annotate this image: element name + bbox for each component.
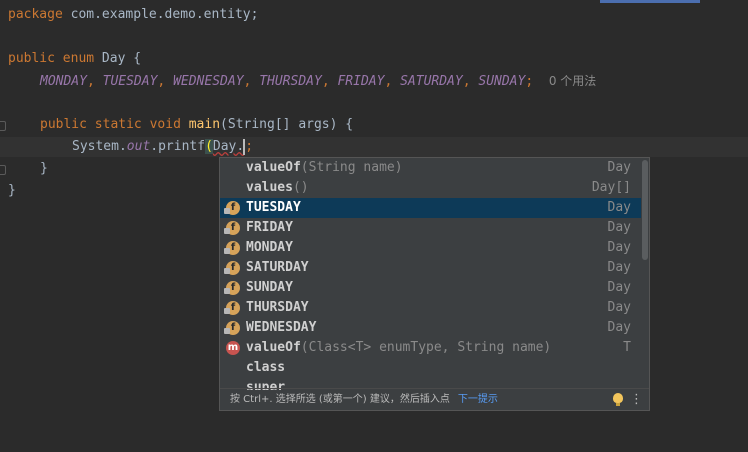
fold-marker[interactable] <box>0 165 6 175</box>
lightbulb-icon[interactable] <box>613 393 623 406</box>
completion-item[interactable]: f MONDAY Day <box>220 238 641 258</box>
enum-constant: FRIDAY <box>337 74 385 89</box>
semicolon: ; <box>245 139 254 154</box>
completion-item-type: Day <box>607 220 631 235</box>
enum-constant: THURSDAY <box>259 74 322 89</box>
completion-item-name: FRIDAY <box>246 220 293 235</box>
field-icon: f <box>224 241 240 255</box>
completion-item-type: Day[] <box>591 180 631 195</box>
paren-highlight: ( <box>205 139 213 154</box>
completion-item[interactable]: valueOf(String name) Day <box>220 158 641 178</box>
field-icon: f <box>224 221 240 235</box>
enum-constant: MONDAY <box>40 74 87 89</box>
footer-hint: 按 Ctrl+. 选择所选 (或第一个) 建议，然后插入点 <box>230 394 450 405</box>
usage-hint[interactable]: 0 个用法 <box>549 74 596 88</box>
code-line-3: public enum Day { <box>8 49 141 69</box>
completion-item[interactable]: f SUNDAY Day <box>220 278 641 298</box>
completion-item-name: SUNDAY <box>246 280 293 295</box>
keyword: package <box>8 7 63 22</box>
completion-item-name: WEDNESDAY <box>246 320 317 335</box>
completion-footer: 按 Ctrl+. 选择所选 (或第一个) 建议，然后插入点 下一提示 ⋮ <box>220 388 649 410</box>
field-icon: f <box>224 321 240 335</box>
editor-scroll-indicator <box>600 0 700 3</box>
code-line-9: } <box>8 183 16 198</box>
completion-item-name: valueOf <box>246 340 301 355</box>
completion-item-type: Day <box>607 300 631 315</box>
keyword: void <box>149 117 181 132</box>
method-icon: m <box>226 341 240 355</box>
more-options-icon[interactable]: ⋮ <box>630 389 643 410</box>
completion-item[interactable]: f TUESDAY Day <box>220 198 641 218</box>
completion-item-name: THURSDAY <box>246 300 309 315</box>
method-params: (String[] args) { <box>220 117 354 132</box>
enum-constant: SATURDAY <box>400 74 463 89</box>
completion-item-type: Day <box>607 240 631 255</box>
static-field: out <box>126 139 151 154</box>
package-name: com.example.demo.entity; <box>62 7 259 22</box>
keyword: public <box>40 117 87 132</box>
completion-scrollbar[interactable] <box>642 160 648 260</box>
completion-item-signature: (Class<T> enumType, String name) <box>300 340 552 355</box>
field-icon: f <box>224 201 240 215</box>
code-line-8: } <box>40 161 48 176</box>
completion-item[interactable]: class <box>220 358 641 378</box>
completion-item-type: T <box>623 340 631 355</box>
enum-constant: TUESDAY <box>102 74 158 89</box>
completion-item-signature: (String name) <box>300 160 403 175</box>
completion-item[interactable]: values() Day[] <box>220 178 641 198</box>
completion-popup[interactable]: valueOf(String name) Day values() Day[] f TUE… <box>219 157 650 411</box>
method-name: main <box>188 117 221 132</box>
code-line-6: public static void main(String[] args) { <box>40 115 353 135</box>
completion-item[interactable]: f SATURDAY Day <box>220 258 641 278</box>
completion-item-type: Day <box>607 320 631 335</box>
keyword: enum <box>62 51 95 66</box>
completion-item-type: Day <box>607 200 631 215</box>
next-tip-link[interactable]: 下一提示 <box>458 394 498 405</box>
code-line-1: package com.example.demo.entity; <box>8 5 258 25</box>
keyword: public <box>8 51 55 66</box>
completion-item-name: class <box>246 360 286 375</box>
completion-item[interactable]: m valueOf(Class<T> enumType, String name)… <box>220 338 641 358</box>
field-icon: f <box>224 281 240 295</box>
completion-item-signature: () <box>292 180 309 195</box>
typed-argument: Day. <box>212 139 245 154</box>
class-ref: System. <box>72 139 127 154</box>
fold-marker[interactable] <box>0 121 6 131</box>
completion-item-name: values <box>246 180 293 195</box>
completion-list[interactable]: valueOf(String name) Day values() Day[] f TUE… <box>220 158 641 390</box>
keyword: static <box>94 117 142 132</box>
enum-constant: SUNDAY <box>478 74 526 89</box>
method-call: .printf <box>150 139 206 154</box>
code-line-4: MONDAY, TUESDAY, WEDNESDAY, THURSDAY, FR… <box>40 74 597 89</box>
enum-constant: WEDNESDAY <box>173 74 244 89</box>
completion-item[interactable]: f FRIDAY Day <box>220 218 641 238</box>
completion-item[interactable]: f THURSDAY Day <box>220 298 641 318</box>
completion-item-name: MONDAY <box>246 240 293 255</box>
completion-item[interactable]: f WEDNESDAY Day <box>220 318 641 338</box>
enum-declaration: Day { <box>94 51 142 66</box>
completion-item-name: valueOf <box>246 160 301 175</box>
completion-item-type: Day <box>607 260 631 275</box>
field-icon: f <box>224 261 240 275</box>
field-icon: f <box>224 301 240 315</box>
completion-item-name: TUESDAY <box>246 200 301 215</box>
completion-item-type: Day <box>607 160 631 175</box>
completion-item-name: SATURDAY <box>246 260 309 275</box>
completion-item-type: Day <box>607 280 631 295</box>
code-line-7: System.out.printf(Day.; <box>72 137 253 157</box>
